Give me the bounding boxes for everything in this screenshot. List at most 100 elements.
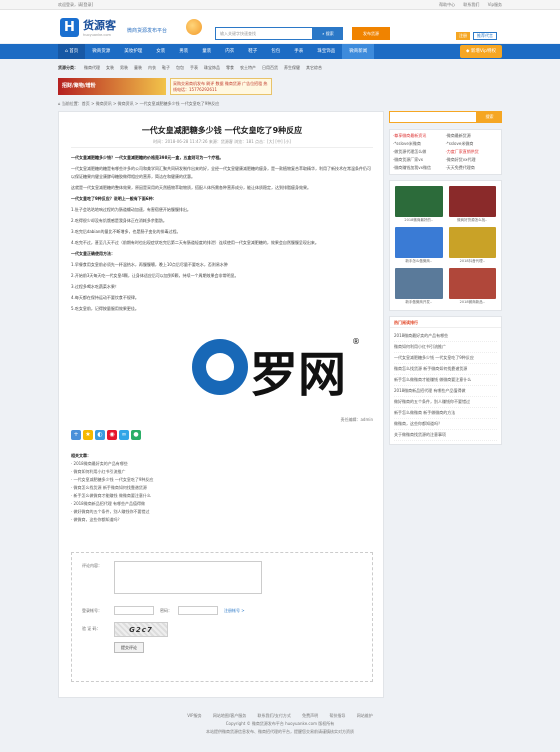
search-button[interactable]: ⌕ 搜索 [313,27,343,40]
sidebar-thumb[interactable]: 2018抖音代理.. [448,227,496,264]
sidebar-tag[interactable]: ·尊享微商最新资讯 [393,132,446,140]
category-item[interactable]: 内衣 [148,65,156,71]
comment-textarea[interactable] [114,561,262,594]
register-button[interactable]: 注册 [456,32,470,40]
nav-item-home[interactable]: ⌂ 首页 [58,44,86,59]
nav-item-2[interactable]: 美妆护理 [117,44,149,59]
share-star-icon[interactable]: ★ [83,430,93,440]
sidebar-tag[interactable]: ·*sslove米微商 [446,140,499,148]
category-item[interactable]: 童装 [134,65,142,71]
main-nav: ⌂ 首页 微商货源 美妆护理 女装 男装 童装 内衣 鞋子 包包 手表 珠宝饰品… [0,44,560,59]
top-link-contact[interactable]: 联系我们 [463,2,479,7]
nav-item-11[interactable]: 微商新闻 [342,44,375,59]
related-item[interactable]: · 做微商，这些你都知道吗？ [71,516,373,524]
sidebar-tag[interactable]: ·做货源代理怎么做 [393,148,446,156]
footer-link[interactable]: 网站地图/客户服务 [213,713,246,718]
sidebar-thumb[interactable]: 2018微商新品.. [448,268,496,305]
balloon-icon [186,19,202,35]
category-item[interactable]: 手表 [190,65,198,71]
nav-item-4[interactable]: 男装 [172,44,195,59]
captcha-image[interactable]: G2c7 [114,622,168,637]
category-item[interactable]: 鞋子 [162,65,170,71]
username-input[interactable] [114,606,154,615]
register-link[interactable]: 注册帐号 > [224,608,245,614]
sidebar-tag[interactable]: ·力度厂家直销供货 [446,148,499,156]
rank-item[interactable]: 新手怎么做微商 新手做微商的方法 [394,408,497,419]
password-input[interactable] [178,606,218,615]
sidebar-tag[interactable]: ·微商货源厂家vx [393,156,446,164]
publish-button[interactable]: 发布货源 [352,27,390,40]
category-item[interactable]: 珠宝饰品 [204,65,220,71]
sidebar-search-button[interactable]: 搜索 [477,111,502,123]
rank-item[interactable]: 2018微商新品招代理 有哪些产品值得做 [394,386,497,397]
sidebar-search-input[interactable] [389,111,477,123]
article-paragraph: 2.开始前3天每天吃一代女皇4颗，让身体适应后可以加到6颗，持续一个周期效果会非… [71,272,239,278]
sidebar-thumb[interactable]: 新手怎么做微商.. [395,227,443,264]
search-input[interactable]: 输入关键字快速查找 [215,27,313,40]
category-item[interactable]: 零食 [226,65,234,71]
article-paragraph: 4.吃完不过，甚至几天不过（前期有时也出现症状吃完后第二天有肠道轻度的排泄）连续… [71,239,319,245]
nav-item-9[interactable]: 手表 [287,44,310,59]
category-item[interactable]: 女装 [106,65,114,71]
rank-item[interactable]: 做微商，这些你都知道吗？ [394,419,497,430]
recommend-button[interactable]: 推荐代言 [473,32,497,40]
category-item[interactable]: 农土特产 [240,65,256,71]
top-link-help[interactable]: 帮助中心 [439,2,455,7]
sidebar-thumb[interactable]: 2018微商最好的.. [395,186,443,223]
sidebar-tag[interactable]: ·微商赚钱加我vx微信 [393,164,446,172]
sidebar-tag[interactable]: ·天天免费代理商 [446,164,499,172]
ad-banner-left[interactable]: 招财/聚物/增粉 [58,78,166,95]
submit-comment-button[interactable]: 提交评论 [114,642,144,653]
footer-link[interactable]: VIP服务 [187,713,201,718]
rank-item[interactable]: 微商怎么找货源 新手微商如何找靠谱货源 [394,364,497,375]
nav-item-8[interactable]: 包包 [264,44,287,59]
nav-item-7[interactable]: 鞋子 [241,44,264,59]
share-qzone-icon[interactable]: ◐ [95,430,105,440]
welcome-text[interactable]: 欢迎登录，请[登录] [58,2,93,8]
site-logo[interactable]: H 货源客 huoyuanke.com [60,17,116,37]
nav-item-6[interactable]: 内衣 [218,44,241,59]
category-item[interactable]: 包包 [176,65,184,71]
rank-item[interactable]: 一代女皇减肥糖多少钱 一代女皇吃了9种反应 [394,353,497,364]
footer-link[interactable]: 免费声明 [302,713,318,718]
related-item[interactable]: · 2018微商最好卖的产品有哪些 [71,460,373,468]
category-item[interactable]: 男装 [120,65,128,71]
share-wechat-icon[interactable]: ● [131,430,141,440]
rank-item[interactable]: 新手怎么做微商才能赚钱 做微商要注意什么 [394,375,497,386]
footer-link[interactable]: 网站维护 [357,713,373,718]
footer-link[interactable]: 联系我们/支付方式 [258,713,291,718]
top-link-vip[interactable]: Vip服务 [488,2,502,7]
sidebar-tag[interactable]: ·*sslove米微商 [393,140,446,148]
footer-link[interactable]: 帮扶指导 [329,713,345,718]
share-tencent-icon[interactable]: ∞ [119,430,129,440]
sidebar-tag[interactable]: ·微商最新货源 [446,132,499,140]
nav-item-10[interactable]: 珠宝饰品 [310,44,342,59]
sidebar-thumb[interactable]: 微商好货源怎么找.. [448,186,496,223]
ad-banner-right[interactable]: 采购交易商机发布 刷评 数据 微商货源 广告位招租 热线电话：157762926… [170,78,272,95]
share-plus-icon[interactable]: + [71,430,81,440]
rank-item[interactable]: 关于做微商找货源的注意事项 [394,430,497,441]
article-paragraph: 2.吃得很少却没有饥饿感是我身体正在消耗多余脂肪。 [71,217,167,223]
related-item[interactable]: · 微商怎么找货源 新手微商如何找靠谱货源 [71,484,373,492]
thumb-image [448,186,496,217]
category-item[interactable]: 微商代理 [84,65,100,71]
nav-item-1[interactable]: 微商货源 [85,44,117,59]
related-item[interactable]: · 2018微商新品招代理 有哪些产品值得做 [71,500,373,508]
vip-button[interactable]: ◆ 新增Vip特权 [460,45,502,58]
related-item[interactable]: · 新手怎么做微商才能赚钱 做微商要注意什么 [71,492,373,500]
related-item[interactable]: · 做好微商的五个条件，别人赚钱你不要错过 [71,508,373,516]
thumb-caption: 2018微商新品.. [459,300,485,304]
sidebar-thumb[interactable]: 新手做微商开发.. [395,268,443,305]
rank-item[interactable]: 做好微商的五个条件，别人赚钱你不要错过 [394,397,497,408]
category-item[interactable]: 其它综合 [306,65,322,71]
related-item[interactable]: · 一代女皇减肥糖多少钱 一代女皇吃了9种反应 [71,476,373,484]
rank-item[interactable]: 2018微商最好卖的产品有哪些 [394,331,497,342]
share-weibo-icon[interactable]: ◉ [107,430,117,440]
rank-item[interactable]: 微商如何利用小红书引流推广 [394,342,497,353]
nav-item-3[interactable]: 女装 [149,44,172,59]
related-item[interactable]: · 微商如何利用小红书引流推广 [71,468,373,476]
category-item[interactable]: 日用百货 [262,65,278,71]
sidebar-tag[interactable]: ·微商好货vx代理 [446,156,499,164]
nav-item-5[interactable]: 童装 [195,44,218,59]
category-item[interactable]: 养生保健 [284,65,300,71]
